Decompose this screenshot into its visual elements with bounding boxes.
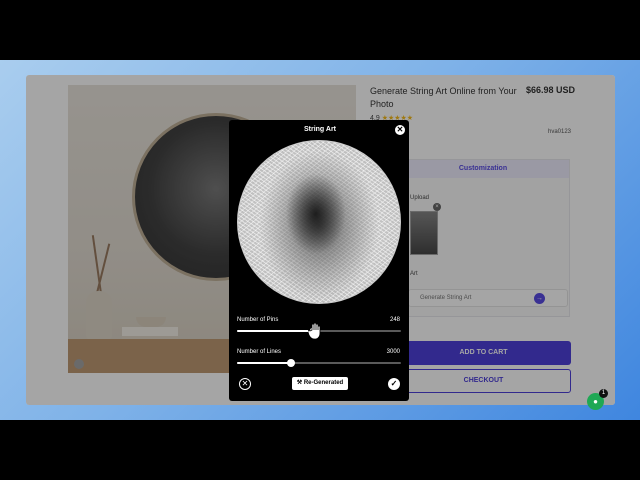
check-icon[interactable]: ✓ — [388, 378, 400, 390]
string-art-preview — [237, 140, 401, 304]
pins-slider-fill — [237, 330, 315, 332]
cancel-icon[interactable]: ✕ — [239, 378, 251, 390]
regenerate-button[interactable]: ⚒ Re-Generated — [292, 377, 348, 390]
magic-wand-icon: ⚒ — [296, 380, 304, 386]
lines-value: 3000 — [386, 349, 400, 355]
pins-value: 248 — [389, 317, 400, 323]
chat-badge: 1 — [599, 389, 608, 398]
lines-slider-fill — [237, 362, 292, 364]
modal-title: String Art — [303, 126, 337, 133]
close-icon[interactable]: ✕ — [395, 125, 405, 135]
pins-label: Number of Pins — [237, 317, 279, 323]
lines-slider[interactable] — [237, 359, 401, 367]
lines-label: Number of Lines — [237, 349, 282, 355]
regenerate-label: Re-Generated — [303, 380, 344, 386]
hand-cursor-icon — [308, 322, 321, 340]
